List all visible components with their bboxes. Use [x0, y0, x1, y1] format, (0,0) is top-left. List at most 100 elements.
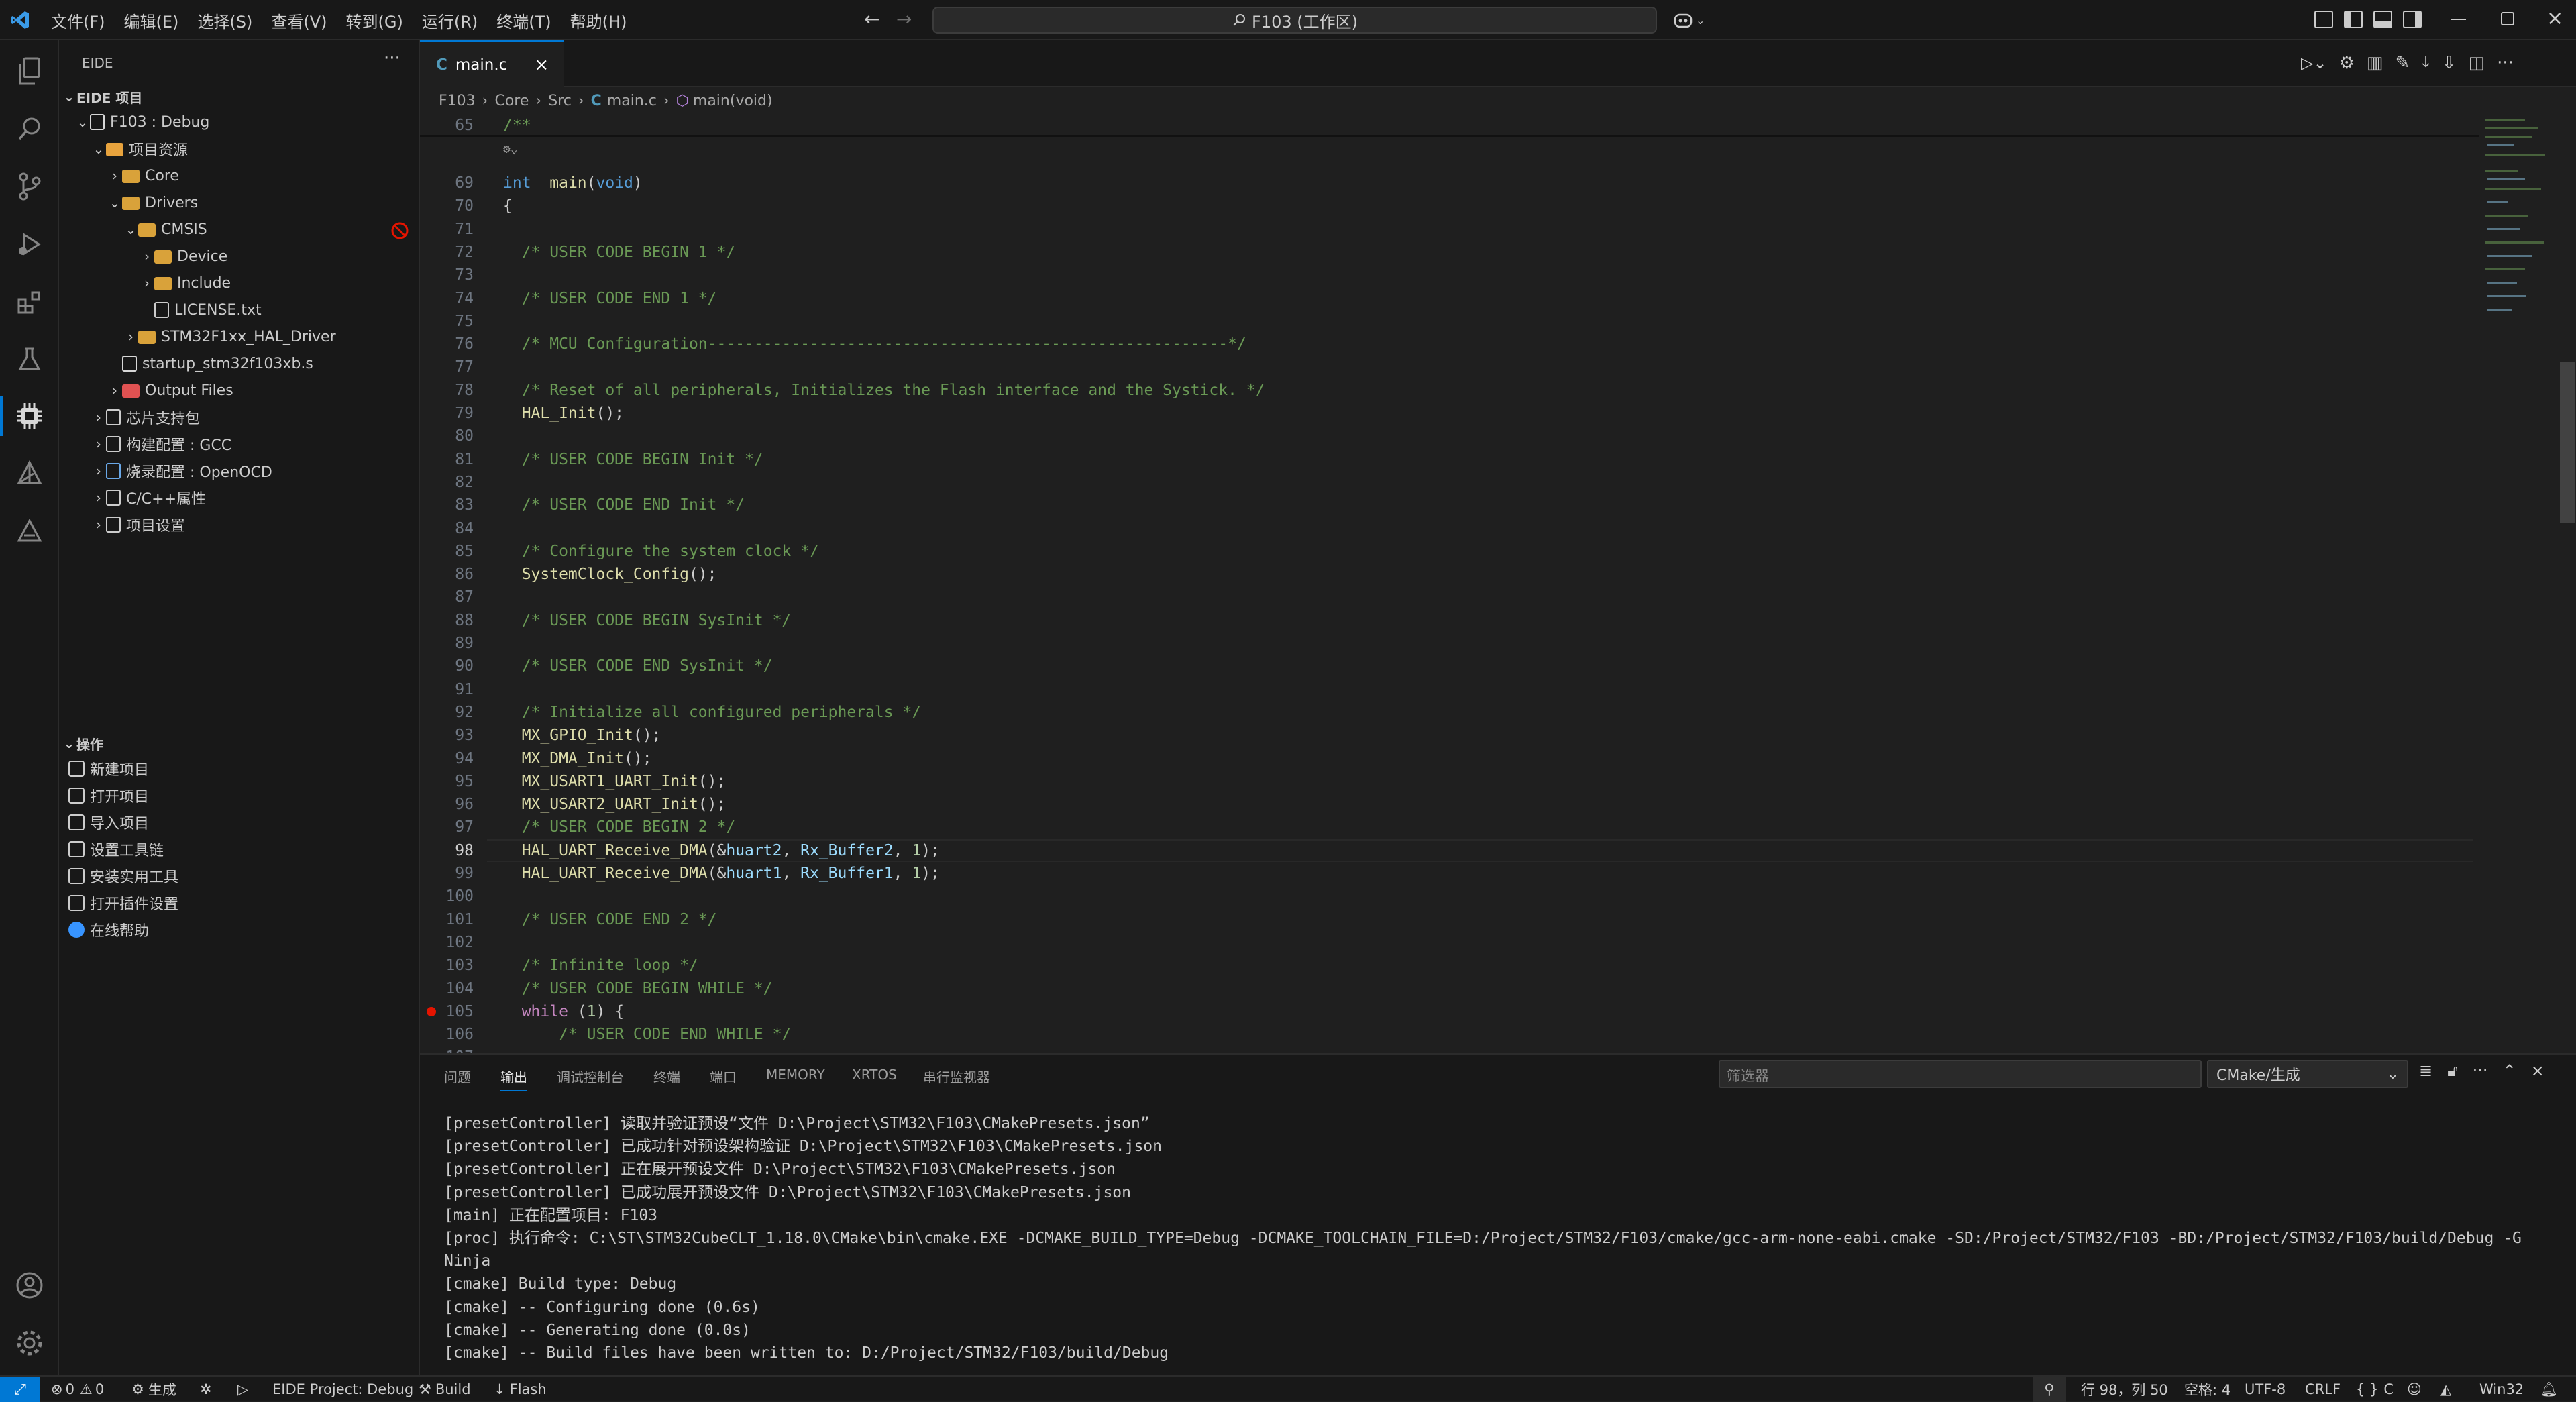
tree-item[interactable]: › 芯片支持包 — [91, 404, 200, 431]
eide-project-status[interactable]: EIDE Project: Debug — [272, 1377, 413, 1402]
zoom-icon[interactable]: ⚲ — [2033, 1377, 2066, 1402]
menu-view[interactable]: 查看(V) — [271, 9, 327, 32]
copilot-menu[interactable]: ⌄ — [1673, 9, 1711, 31]
flash-download-icon[interactable]: ⇩ — [2442, 53, 2457, 73]
output-line[interactable]: [cmake] Build type: Debug — [444, 1273, 676, 1295]
tree-item[interactable]: › Include — [140, 270, 231, 296]
toggle-primary-sidebar-icon[interactable] — [2344, 11, 2363, 28]
code-line[interactable]: while (1) { — [503, 1000, 624, 1023]
output-line[interactable]: [cmake] -- Configuring done (0.6s) — [444, 1296, 760, 1319]
chevron-right-icon[interactable]: › — [91, 463, 106, 479]
code-line[interactable]: /* USER CODE END SysInit */ — [503, 655, 773, 678]
panel-tab[interactable]: 调试控制台 — [557, 1067, 624, 1086]
menu-help[interactable]: 帮助(H) — [570, 9, 627, 32]
panel-tab[interactable]: XRTOS — [852, 1067, 897, 1083]
code-line[interactable]: MX_DMA_Init(); — [503, 747, 652, 770]
codelens-icon[interactable]: ⚙⌄ — [503, 142, 518, 156]
panel-tab[interactable]: 端口 — [710, 1067, 737, 1086]
output-line[interactable]: [main] 正在配置项目: F103 — [444, 1204, 657, 1227]
code-line[interactable]: /* USER CODE BEGIN SysInit */ — [503, 609, 792, 632]
menu-file[interactable]: 文件(F) — [51, 9, 105, 32]
code-line[interactable]: int main(void) — [503, 172, 643, 195]
chevron-right-icon[interactable]: › — [123, 329, 138, 345]
breadcrumb-item[interactable]: Core — [494, 93, 529, 109]
operation-item[interactable]: 新建项目 — [68, 755, 149, 782]
indentation[interactable]: 空格: 4 — [2184, 1377, 2231, 1402]
tree-item[interactable]: › Core — [107, 162, 179, 189]
output-line[interactable]: [cmake] -- Generating done (0.0s) — [444, 1319, 751, 1342]
operation-item[interactable]: 在线帮助 — [68, 916, 149, 943]
chevron-right-icon[interactable]: › — [91, 409, 106, 425]
explorer-icon[interactable] — [9, 51, 50, 91]
editor-scrollbar-thumb[interactable] — [2560, 362, 2575, 523]
encoding[interactable]: UTF-8 — [2245, 1377, 2286, 1402]
tree-item[interactable]: ⌄ F103 : Debug — [75, 109, 210, 136]
code-line[interactable]: /* USER CODE BEGIN 2 */ — [503, 816, 736, 839]
code-line[interactable]: HAL_Init(); — [503, 402, 624, 425]
code-line[interactable]: /* Reset of all peripherals, Initializes… — [503, 379, 1265, 402]
code-line[interactable]: /* USER CODE BEGIN WHILE */ — [503, 977, 773, 1000]
operation-item[interactable]: 安装实用工具 — [68, 863, 178, 889]
cmake-icon[interactable] — [9, 453, 50, 494]
accounts-icon[interactable] — [9, 1265, 50, 1305]
chevron-right-icon[interactable]: › — [91, 436, 106, 452]
code-line[interactable]: { — [503, 195, 513, 217]
tree-item[interactable]: ⌄ Drivers — [107, 189, 199, 216]
chevron-right-icon[interactable]: › — [107, 168, 122, 184]
tree-item[interactable]: › Output Files — [107, 377, 233, 404]
build-icon[interactable]: ▥ — [2367, 53, 2383, 73]
operation-item[interactable]: 打开插件设置 — [68, 889, 178, 916]
panel-tab[interactable]: 问题 — [444, 1067, 471, 1086]
tree-item[interactable]: › 烧录配置 : OpenOCD — [91, 457, 272, 484]
tree-item[interactable]: › 项目设置 — [91, 511, 185, 538]
chevron-right-icon[interactable]: › — [140, 248, 154, 264]
output-line[interactable]: [presetController] 读取并验证预设“文件 D:\Project… — [444, 1112, 1150, 1135]
sticky-scroll[interactable]: 65 /** — [420, 114, 2479, 137]
extensions-icon[interactable] — [9, 282, 50, 322]
section-eide-projects[interactable]: ⌄ EIDE 项目 — [62, 83, 143, 110]
code-editor[interactable]: 65 /** ⚙⌄ 69 int main(void) 70{71 72 /* USE… — [420, 114, 2479, 1069]
output-channel-select[interactable]: CMake/生成 ⌄ — [2207, 1060, 2408, 1088]
build-status-button[interactable]: ⚒ Build — [419, 1377, 471, 1402]
panel-tab[interactable]: MEMORY — [766, 1067, 825, 1083]
tree-item[interactable]: ⌄ CMSIS — [123, 216, 207, 243]
search-icon[interactable] — [9, 109, 50, 149]
tree-item[interactable]: › Device — [140, 243, 227, 270]
flash-status-button[interactable]: ↓ Flash — [494, 1377, 547, 1402]
tab-main-c[interactable]: C main.c × — [420, 40, 564, 87]
output-line[interactable]: [presetController] 正在展开预设文件 D:\Project\S… — [444, 1158, 1116, 1181]
cmake-status-icon[interactable]: ◭ — [2440, 1377, 2451, 1402]
output-line[interactable]: Ninja — [444, 1250, 490, 1273]
tree-item[interactable]: › C/C++属性 — [91, 484, 206, 511]
menu-selection[interactable]: 选择(S) — [197, 9, 252, 32]
close-tab-icon[interactable]: × — [534, 55, 549, 75]
code-line[interactable]: MX_USART2_UART_Init(); — [503, 793, 727, 816]
minimize-icon[interactable] — [2451, 19, 2466, 20]
command-center[interactable]: F103 (工作区) — [932, 7, 1657, 34]
section-operations[interactable]: ⌄ 操作 — [62, 730, 103, 757]
breadcrumb-item[interactable]: main.c — [607, 93, 657, 109]
maximize-panel-icon[interactable]: ⌃ — [2503, 1061, 2516, 1080]
output-line[interactable]: [presetController] 已成功针对预设架构验证 D:\Projec… — [444, 1135, 1162, 1158]
breadcrumb-item[interactable]: F103 — [439, 93, 476, 109]
minimap[interactable] — [2479, 114, 2567, 1053]
end-of-line[interactable]: CRLF — [2305, 1377, 2341, 1402]
operation-item[interactable]: 设置工具链 — [68, 836, 164, 863]
output-filter-input[interactable]: 筛选器 — [1719, 1060, 2202, 1088]
code-line[interactable]: /* USER CODE BEGIN Init */ — [503, 448, 763, 471]
close-panel-icon[interactable]: × — [2531, 1061, 2544, 1080]
code-line[interactable]: /* MCU Configuration--------------------… — [503, 333, 1246, 356]
manage-gear-icon[interactable] — [9, 1323, 50, 1363]
tree-item[interactable]: › 构建配置 : GCC — [91, 431, 231, 457]
code-line[interactable]: /* Infinite loop */ — [503, 954, 698, 977]
menu-edit[interactable]: 编辑(E) — [124, 9, 179, 32]
output-line[interactable]: [proc] 执行命令: C:\ST\STM32CubeCLT_1.18.0\C… — [444, 1227, 2522, 1250]
notifications-bell-icon[interactable]: 🔔︎ — [2540, 1377, 2558, 1402]
toggle-secondary-sidebar-icon[interactable] — [2403, 11, 2422, 28]
eide-chip-icon[interactable] — [9, 396, 50, 436]
panel-tab[interactable]: 输出 — [500, 1067, 527, 1091]
code-line[interactable]: /* Configure the system clock */ — [503, 540, 819, 563]
toggle-panel-icon[interactable] — [2373, 11, 2392, 28]
breadcrumb-item[interactable]: main(void) — [693, 93, 773, 109]
output-line[interactable]: [presetController] 已成功展开预设文件 D:\Project\… — [444, 1181, 1131, 1204]
